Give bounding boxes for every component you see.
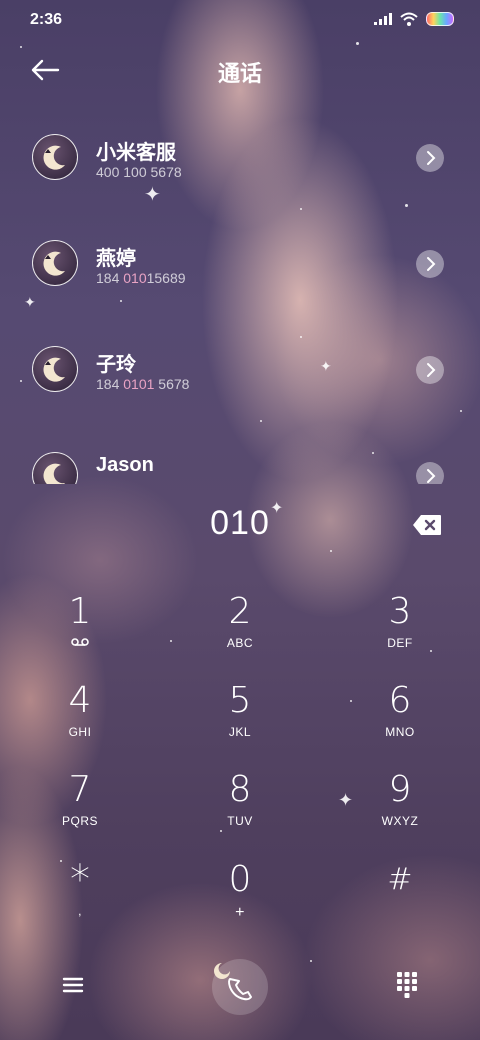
key-star[interactable]: * , xyxy=(20,858,140,938)
key-digit: 1 xyxy=(68,591,92,632)
app-bar: 通话 xyxy=(0,40,480,100)
status-time: 2:36 xyxy=(30,11,63,28)
moon-avatar-icon xyxy=(43,463,65,484)
dialpad-icon[interactable] xyxy=(394,969,420,999)
avatar xyxy=(32,452,78,484)
avatar xyxy=(32,346,78,392)
key-digit: 5 xyxy=(228,680,252,721)
key-9[interactable]: 9 WXYZ xyxy=(340,768,460,848)
dial-display: 010 xyxy=(0,496,480,556)
contact-results-list[interactable]: 小米客服 400 100 5678 燕婷 184 01015689 子玲 184… xyxy=(0,102,480,484)
battery-icon xyxy=(426,12,454,26)
dialed-number: 010 xyxy=(210,504,270,542)
signal-icon xyxy=(374,13,392,25)
number-match-highlight: 010 xyxy=(123,270,147,286)
key-digit: * xyxy=(70,857,90,903)
number-match-highlight: 0101 xyxy=(123,376,155,392)
contact-details-chevron-icon[interactable] xyxy=(416,144,444,172)
status-bar: 2:36 xyxy=(0,0,480,40)
key-letters xyxy=(340,904,460,920)
key-letters: TUV xyxy=(227,814,253,828)
moon-avatar-icon xyxy=(43,251,65,276)
key-0[interactable]: 0 + xyxy=(180,858,300,938)
contact-number: 184 01015689 xyxy=(96,270,186,286)
key-letters: ABC xyxy=(226,636,254,650)
key-digit: 4 xyxy=(68,680,92,721)
contact-details-chevron-icon[interactable] xyxy=(416,356,444,384)
moon-avatar-icon xyxy=(43,145,65,170)
key-letters: , xyxy=(78,904,82,918)
key-letters: GHI xyxy=(68,725,92,739)
contact-number: 400 100 5678 xyxy=(96,164,182,180)
key-letters: JKL xyxy=(228,725,252,739)
moon-avatar-icon xyxy=(43,357,65,382)
key-digit: 3 xyxy=(388,591,412,632)
contact-number: 184 0101 5678 xyxy=(96,376,190,392)
contact-row[interactable]: Jason xyxy=(0,420,480,484)
call-button[interactable] xyxy=(212,959,268,1015)
key-letters: MNO xyxy=(385,725,415,739)
wifi-icon xyxy=(400,12,418,26)
contact-details-chevron-icon[interactable] xyxy=(416,462,444,484)
contact-name: 小米客服 xyxy=(96,140,176,164)
contact-name: 燕婷 xyxy=(96,246,136,270)
key-digit: 9 xyxy=(388,769,412,810)
key-5[interactable]: 5 JKL xyxy=(180,679,300,759)
key-digit: 0 xyxy=(228,859,252,900)
status-icons xyxy=(374,12,454,26)
hamburger-menu-icon[interactable] xyxy=(58,973,88,997)
key-1[interactable]: 1 xyxy=(20,590,140,670)
key-letters: PQRS xyxy=(61,814,98,828)
contact-name: Jason xyxy=(96,454,154,476)
contact-row[interactable]: 子玲 184 0101 5678 xyxy=(0,314,480,420)
bottom-action-bar xyxy=(0,955,480,1015)
avatar xyxy=(32,240,78,286)
key-4[interactable]: 4 GHI xyxy=(20,679,140,759)
key-letters: WXYZ xyxy=(381,814,419,828)
key-7[interactable]: 7 PQRS xyxy=(20,768,140,848)
key-digit: 8 xyxy=(228,769,252,810)
key-2[interactable]: 2 ABC xyxy=(180,590,300,670)
contact-details-chevron-icon[interactable] xyxy=(416,250,444,278)
contact-row[interactable]: 小米客服 400 100 5678 xyxy=(0,102,480,208)
key-digit: # xyxy=(387,862,413,897)
voicemail-icon xyxy=(20,636,140,652)
page-title: 通话 xyxy=(217,62,262,87)
contact-name: 子玲 xyxy=(96,352,136,376)
key-6[interactable]: 6 MNO xyxy=(340,679,460,759)
key-hash[interactable]: # xyxy=(340,858,460,938)
key-8[interactable]: 8 TUV xyxy=(180,768,300,848)
key-digit: 2 xyxy=(228,591,252,632)
key-digit: 7 xyxy=(68,769,92,810)
key-letters: DEF xyxy=(387,636,413,650)
contact-row[interactable]: 燕婷 184 01015689 xyxy=(0,208,480,314)
avatar xyxy=(32,134,78,180)
key-3[interactable]: 3 DEF xyxy=(340,590,460,670)
key-letters: + xyxy=(235,904,245,921)
phone-icon xyxy=(214,963,252,1001)
key-digit: 6 xyxy=(388,680,412,721)
backspace-icon[interactable] xyxy=(412,514,442,536)
